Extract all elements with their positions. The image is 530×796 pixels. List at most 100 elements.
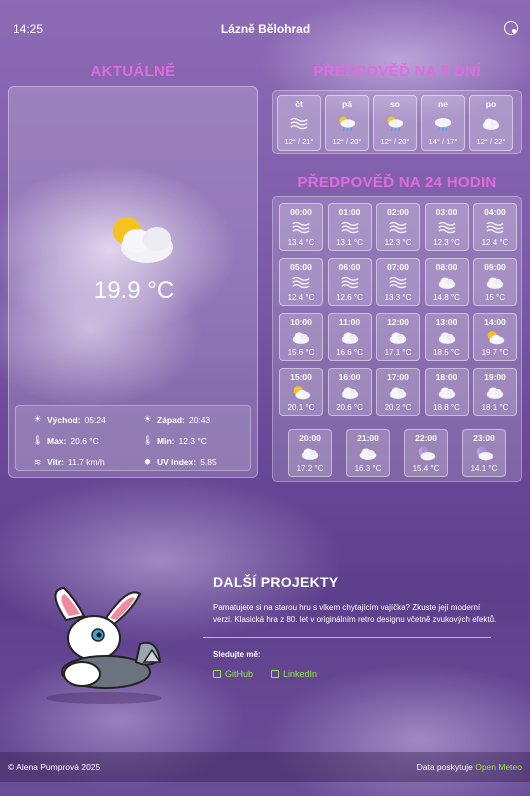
palette-icon[interactable] [503, 20, 518, 35]
day-label: po [485, 99, 497, 109]
day-range: 12° / 22° [476, 137, 506, 146]
data-credit: Data poskytuje Open Meteo [417, 762, 522, 772]
github-link[interactable]: GitHub [213, 669, 253, 679]
hour-temp: 14.8 °C [433, 293, 460, 302]
day-card: po 12° / 22° [469, 95, 513, 151]
detail-label: Západ: [157, 414, 185, 425]
thermometer-max-icon: 🌡 [32, 435, 44, 446]
cloud-icon [389, 387, 407, 399]
detail-value: 05:24 [84, 414, 106, 425]
hour-label: 13:00 [435, 317, 458, 327]
fog-icon [437, 221, 456, 234]
hour-label: 08:00 [435, 262, 458, 272]
hour-temp: 12.4 °C [481, 238, 509, 247]
hour-card: 07:00 13.3 °C [376, 258, 420, 306]
open-meteo-link[interactable]: Open Meteo [475, 762, 522, 772]
detail-label: Vítr: [47, 457, 64, 468]
hour-label: 20:00 [299, 433, 321, 443]
hour-label: 11:00 [338, 317, 361, 327]
detail-value: 12.3 °C [178, 435, 207, 446]
hour-temp: 12.3 °C [433, 238, 460, 247]
hour-label: 19:00 [484, 372, 506, 382]
hour-label: 23:00 [473, 433, 495, 443]
hour-temp: 15.4 °C [412, 464, 440, 473]
cloud-icon [438, 332, 455, 344]
hour-temp: 16.3 °C [354, 464, 382, 473]
detail-value: 20:43 [188, 414, 211, 425]
fog-icon [340, 276, 359, 289]
detail-value: 20.6 °C [70, 435, 99, 446]
cloud-icon [341, 387, 358, 399]
linkedin-link[interactable]: LinkedIn [271, 669, 317, 679]
hour-temp: 15 °C [484, 293, 506, 302]
detail-value: 5.85 [200, 457, 217, 468]
hour-card: 11:00 16.6 °C [327, 313, 372, 361]
hour-temp: 18.1 °C [481, 403, 509, 412]
hour-temp: 15.6 °C [287, 348, 315, 357]
hour-temp: 13.1 °C [336, 238, 363, 247]
hour-temp: 17.2 °C [296, 464, 324, 473]
hour-card: 08:00 14.8 °C [424, 258, 469, 306]
detail-label: Max: [47, 435, 67, 446]
sun-rain-icon [339, 116, 356, 131]
detail-label: UV Index: [157, 457, 197, 468]
hour-label: 14:00 [484, 317, 506, 327]
day-range: 14° / 17° [428, 137, 458, 146]
cloud-icon [359, 448, 377, 460]
hour-card: 10:00 15.6 °C [279, 313, 323, 361]
current-details: ☀ Východ: 05:24 ☀ Západ: 20:43 🌡 Max: 20.6 °C 🌡 Mi… [15, 405, 251, 471]
rain-icon [434, 117, 452, 131]
hour-card: 18:00 18.8 °C [424, 368, 469, 416]
hour-label: 04:00 [484, 207, 506, 217]
hour-label: 09:00 [484, 262, 506, 272]
wind-icon: ≋ [33, 456, 42, 467]
hour-temp: 14.1 °C [470, 464, 498, 473]
day-label: čt [295, 99, 303, 109]
sun-cloud-icon [113, 217, 173, 263]
hour-label: 06:00 [338, 262, 361, 272]
detail-3: 🌡 Min: 12.3 °C [142, 435, 252, 446]
hour-card: 09:00 15 °C [473, 258, 517, 306]
day-card: čt 12° / 21° [277, 95, 321, 151]
hour-card: 02:00 12.3 °C [376, 203, 420, 251]
hour-temp: 17.1 °C [384, 348, 412, 357]
fog-icon [340, 221, 359, 234]
hour-label: 18:00 [435, 372, 458, 382]
sunrise-icon: ☀ [33, 414, 42, 424]
clock: 14:25 [13, 22, 44, 36]
top-bar: 14:25 Lázně Bělohrad [0, 0, 530, 58]
linkedin-label[interactable]: LinkedIn [283, 669, 317, 679]
cloud-icon [341, 332, 358, 344]
hour-label: 01:00 [338, 207, 361, 217]
github-icon [213, 670, 221, 678]
sun-cloud-icon [293, 386, 311, 400]
hour-label: 07:00 [387, 262, 409, 272]
day-card: pá 12° / 20° [325, 95, 369, 151]
hour-temp: 13.4 °C [287, 238, 315, 247]
sun-uv-icon: ✹ [143, 456, 152, 467]
hour-card: 05:00 12.4 °C [279, 258, 323, 306]
fog-icon [486, 221, 504, 234]
linkedin-icon [271, 670, 280, 678]
hour-card: 04:00 12.4 °C [473, 203, 517, 251]
current-weather-card: 19.9 °C ☀ Východ: 05:24 ☀ Západ: 20:43 🌡 Max: 20… [8, 86, 258, 478]
hour-label: 16:00 [338, 372, 361, 382]
sun-cloud-icon [487, 331, 505, 345]
hour-card: 15:00 20.1 °C [279, 368, 323, 416]
cloud-icon [486, 387, 504, 399]
moon-cloud-icon [476, 446, 494, 461]
detail-value: 11.7 km/h [68, 457, 105, 468]
hour-label: 02:00 [387, 207, 409, 217]
cloud-icon [301, 448, 319, 460]
forecast-5-days: čt 12° / 21° pá 12° / 20° so 12° / 20° ne 14° /… [272, 90, 522, 154]
theme-button[interactable] [458, 20, 518, 38]
footer: © Alena Pumprová 2025 Data poskytuje Ope… [0, 752, 530, 782]
hour-temp: 16.6 °C [336, 348, 363, 357]
cloud-icon [389, 332, 407, 344]
fog-icon [292, 276, 310, 289]
hour-label: 10:00 [290, 317, 312, 327]
hour-card: 22:00 15.4 °C [404, 429, 448, 477]
hour-label: 03:00 [435, 207, 458, 217]
github-label[interactable]: GitHub [225, 669, 253, 679]
day-range: 12° / 21° [284, 137, 314, 146]
